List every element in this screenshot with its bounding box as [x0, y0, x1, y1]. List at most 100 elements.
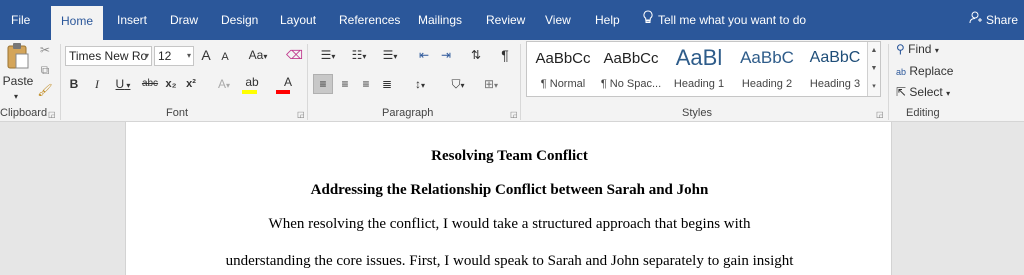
align-right-button[interactable]: ≡: [357, 75, 375, 93]
change-case-icon: Aa: [248, 48, 264, 62]
tab-design[interactable]: Design: [221, 0, 258, 40]
numbering-button[interactable]: ☷▾: [347, 46, 371, 66]
group-divider: [888, 44, 889, 120]
find-label: Find: [908, 42, 932, 56]
shading-button[interactable]: ⛉▾: [445, 75, 471, 95]
magnifier-icon: ⚲: [896, 42, 905, 56]
tab-draw[interactable]: Draw: [170, 0, 198, 40]
tell-me-search[interactable]: Tell me what you want to do: [643, 0, 806, 40]
superscript-button[interactable]: x²: [184, 75, 198, 93]
editing-group-label: Editing: [906, 107, 940, 119]
format-painter-button[interactable]: 🖌: [37, 81, 53, 99]
style-heading-3[interactable]: AaBbC Heading 3: [801, 42, 869, 98]
chevron-down-icon: ▾: [460, 81, 465, 90]
clear-formatting-button[interactable]: ⌫: [286, 46, 303, 64]
group-divider: [520, 44, 521, 120]
show-hide-button[interactable]: ¶: [497, 46, 513, 64]
decrease-indent-button[interactable]: ⇤: [415, 46, 433, 64]
highlighter-icon: ab: [245, 75, 259, 89]
strikethrough-button[interactable]: abc: [140, 75, 160, 93]
tab-review[interactable]: Review: [486, 0, 525, 40]
document-title: Resolving Team Conflict: [431, 148, 588, 164]
paste-button[interactable]: Paste ▾: [2, 40, 33, 101]
body-line: When resolving the conflict, I would tak…: [268, 216, 751, 232]
chevron-down-icon: ▾: [362, 52, 367, 61]
font-size-combo[interactable]: 12 ▾: [154, 46, 194, 66]
highlight-color-bar: [242, 90, 257, 94]
bold-button[interactable]: B: [68, 75, 80, 93]
bullets-button[interactable]: ☰▾: [316, 46, 340, 66]
underline-button[interactable]: U ▾: [112, 75, 134, 95]
copy-icon: ⧉: [40, 63, 50, 77]
style-heading-1[interactable]: AaBl Heading 1: [665, 42, 733, 98]
numbered-list-icon: ☷: [351, 48, 363, 62]
find-button[interactable]: ⚲ Find ▾: [896, 40, 939, 60]
tab-layout[interactable]: Layout: [280, 0, 316, 40]
chevron-down-icon: ▾: [14, 92, 19, 101]
style-heading-2[interactable]: AaBbC Heading 2: [733, 42, 801, 98]
align-right-icon: ≡: [362, 77, 370, 91]
decrease-indent-icon: ⇤: [418, 48, 430, 62]
shrink-font-icon: A: [221, 51, 229, 63]
borders-button[interactable]: ⊞▾: [478, 75, 504, 95]
borders-icon: ⊞: [483, 77, 495, 91]
shrink-font-button[interactable]: A: [218, 48, 232, 66]
style-normal[interactable]: AaBbCc ¶ Normal: [529, 42, 597, 98]
select-button[interactable]: ⇱ Select ▾: [896, 83, 950, 103]
underline-icon: U: [115, 77, 125, 91]
font-color-button[interactable]: A: [276, 73, 300, 94]
style-preview: AaBl: [675, 45, 723, 70]
tab-view[interactable]: View: [545, 0, 571, 40]
style-label: ¶ No Spac...: [600, 78, 662, 90]
tab-home[interactable]: Home: [51, 6, 104, 40]
highlight-button[interactable]: ab: [240, 73, 264, 94]
bold-icon: B: [69, 77, 79, 91]
grow-font-button[interactable]: A: [199, 46, 213, 64]
align-center-button[interactable]: ≡: [336, 75, 354, 93]
styles-scrollbar[interactable]: ▲ ▼ ▾: [867, 42, 880, 96]
line-spacing-button[interactable]: ↕▾: [408, 75, 432, 95]
font-size-value: 12: [158, 49, 172, 63]
multilevel-list-button[interactable]: ☰▾: [378, 46, 402, 66]
document-page[interactable]: Resolving Team Conflict Addressing the R…: [125, 122, 892, 275]
scroll-up-icon[interactable]: ▲: [868, 42, 880, 60]
clipboard-icon: [6, 42, 30, 75]
styles-gallery: AaBbCc ¶ Normal AaBbCc ¶ No Spac... AaBl…: [526, 41, 881, 97]
tab-help[interactable]: Help: [595, 0, 620, 40]
scroll-down-icon[interactable]: ▼: [868, 60, 880, 78]
style-label: Heading 3: [809, 78, 861, 90]
ribbon: Paste ▾ ✂ ⧉ 🖌 Clipboard ◲ Times New Ro ▾ …: [0, 40, 1024, 122]
tab-mailings[interactable]: Mailings: [418, 0, 462, 40]
chevron-down-icon: ▾: [263, 52, 268, 61]
paintbrush-icon: 🖌: [37, 83, 53, 97]
style-preview: AaBbC: [740, 48, 794, 67]
sort-button[interactable]: ⇅: [467, 46, 485, 64]
chevron-down-icon: ▾: [946, 89, 951, 98]
font-name-combo[interactable]: Times New Ro ▾: [65, 46, 152, 66]
chevron-down-icon: ▾: [393, 52, 398, 61]
italic-icon: I: [95, 77, 99, 91]
copy-button[interactable]: ⧉: [37, 61, 53, 79]
subscript-button[interactable]: x₂: [164, 75, 178, 93]
style-label: Heading 2: [741, 78, 793, 90]
align-left-button[interactable]: ≡: [313, 74, 333, 94]
tab-insert[interactable]: Insert: [117, 0, 147, 40]
bullet-list-icon: ☰: [320, 48, 332, 62]
align-left-icon: ≡: [319, 77, 327, 91]
increase-indent-button[interactable]: ⇥: [437, 46, 455, 64]
style-no-spacing[interactable]: AaBbCc ¶ No Spac...: [597, 42, 665, 98]
replace-button[interactable]: ab Replace: [896, 62, 953, 81]
style-preview: AaBbCc: [535, 50, 591, 67]
cut-button[interactable]: ✂: [37, 41, 53, 59]
justify-button[interactable]: ≣: [378, 75, 396, 93]
italic-button[interactable]: I: [91, 75, 103, 93]
replace-label: Replace: [909, 64, 954, 78]
change-case-button[interactable]: Aa▾: [245, 46, 271, 66]
more-styles-icon[interactable]: ▾: [868, 78, 880, 96]
text-effects-button[interactable]: A▾: [212, 75, 236, 95]
tab-references[interactable]: References: [339, 0, 400, 40]
superscript-icon: x²: [186, 78, 196, 90]
share-button[interactable]: Share: [969, 0, 1018, 40]
share-label: Share: [985, 13, 1018, 27]
tab-file[interactable]: File: [11, 0, 30, 40]
